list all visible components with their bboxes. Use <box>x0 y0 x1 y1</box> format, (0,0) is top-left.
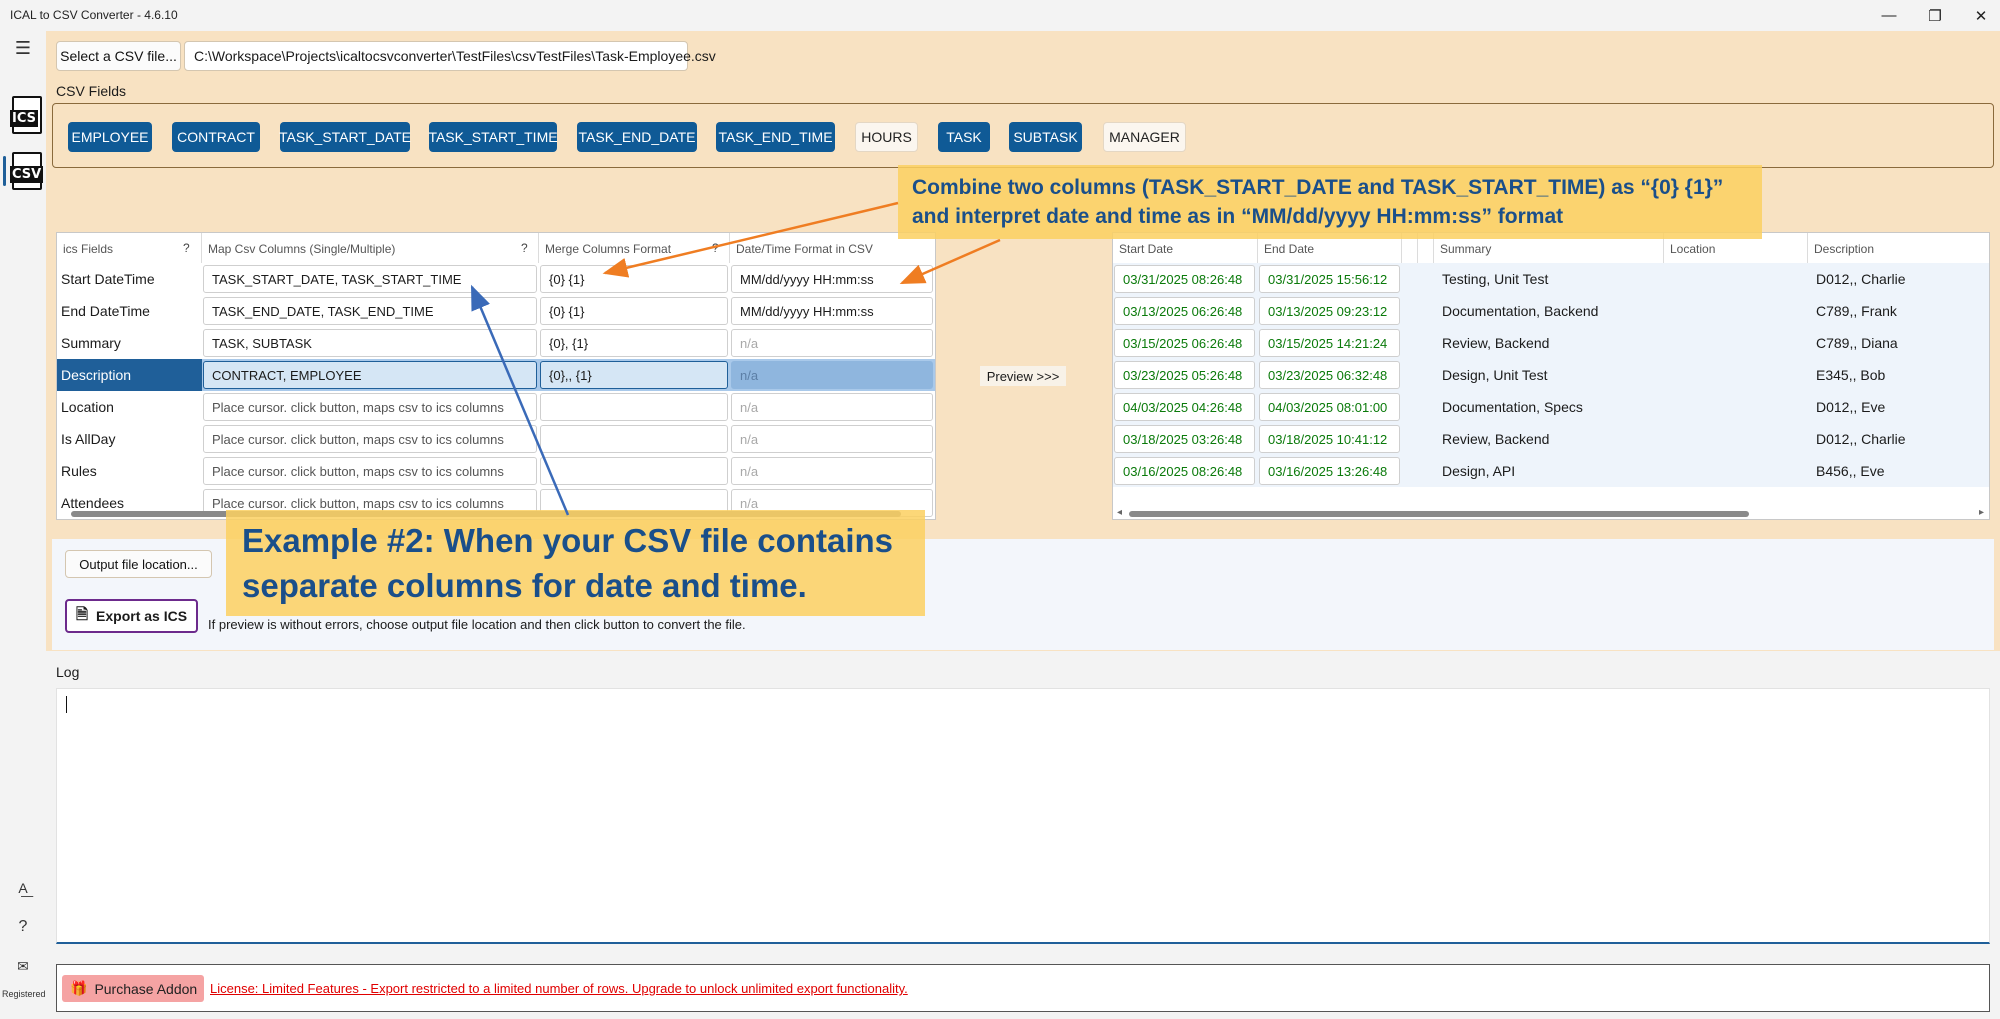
license-link[interactable]: License: Limited Features - Export restr… <box>210 981 908 996</box>
arrow-to-datetime-format <box>899 238 1001 285</box>
purchase-addon-label: Purchase Addon <box>94 980 198 997</box>
log-label: Log <box>56 664 80 680</box>
log-textarea[interactable] <box>56 688 1990 944</box>
arrow-to-merge-format <box>602 201 899 278</box>
gift-icon: 🎁 <box>70 980 88 996</box>
purchase-addon-button[interactable]: 🎁 Purchase Addon <box>62 975 204 1002</box>
arrow-to-map-columns <box>470 284 570 516</box>
text-caret <box>66 696 67 713</box>
